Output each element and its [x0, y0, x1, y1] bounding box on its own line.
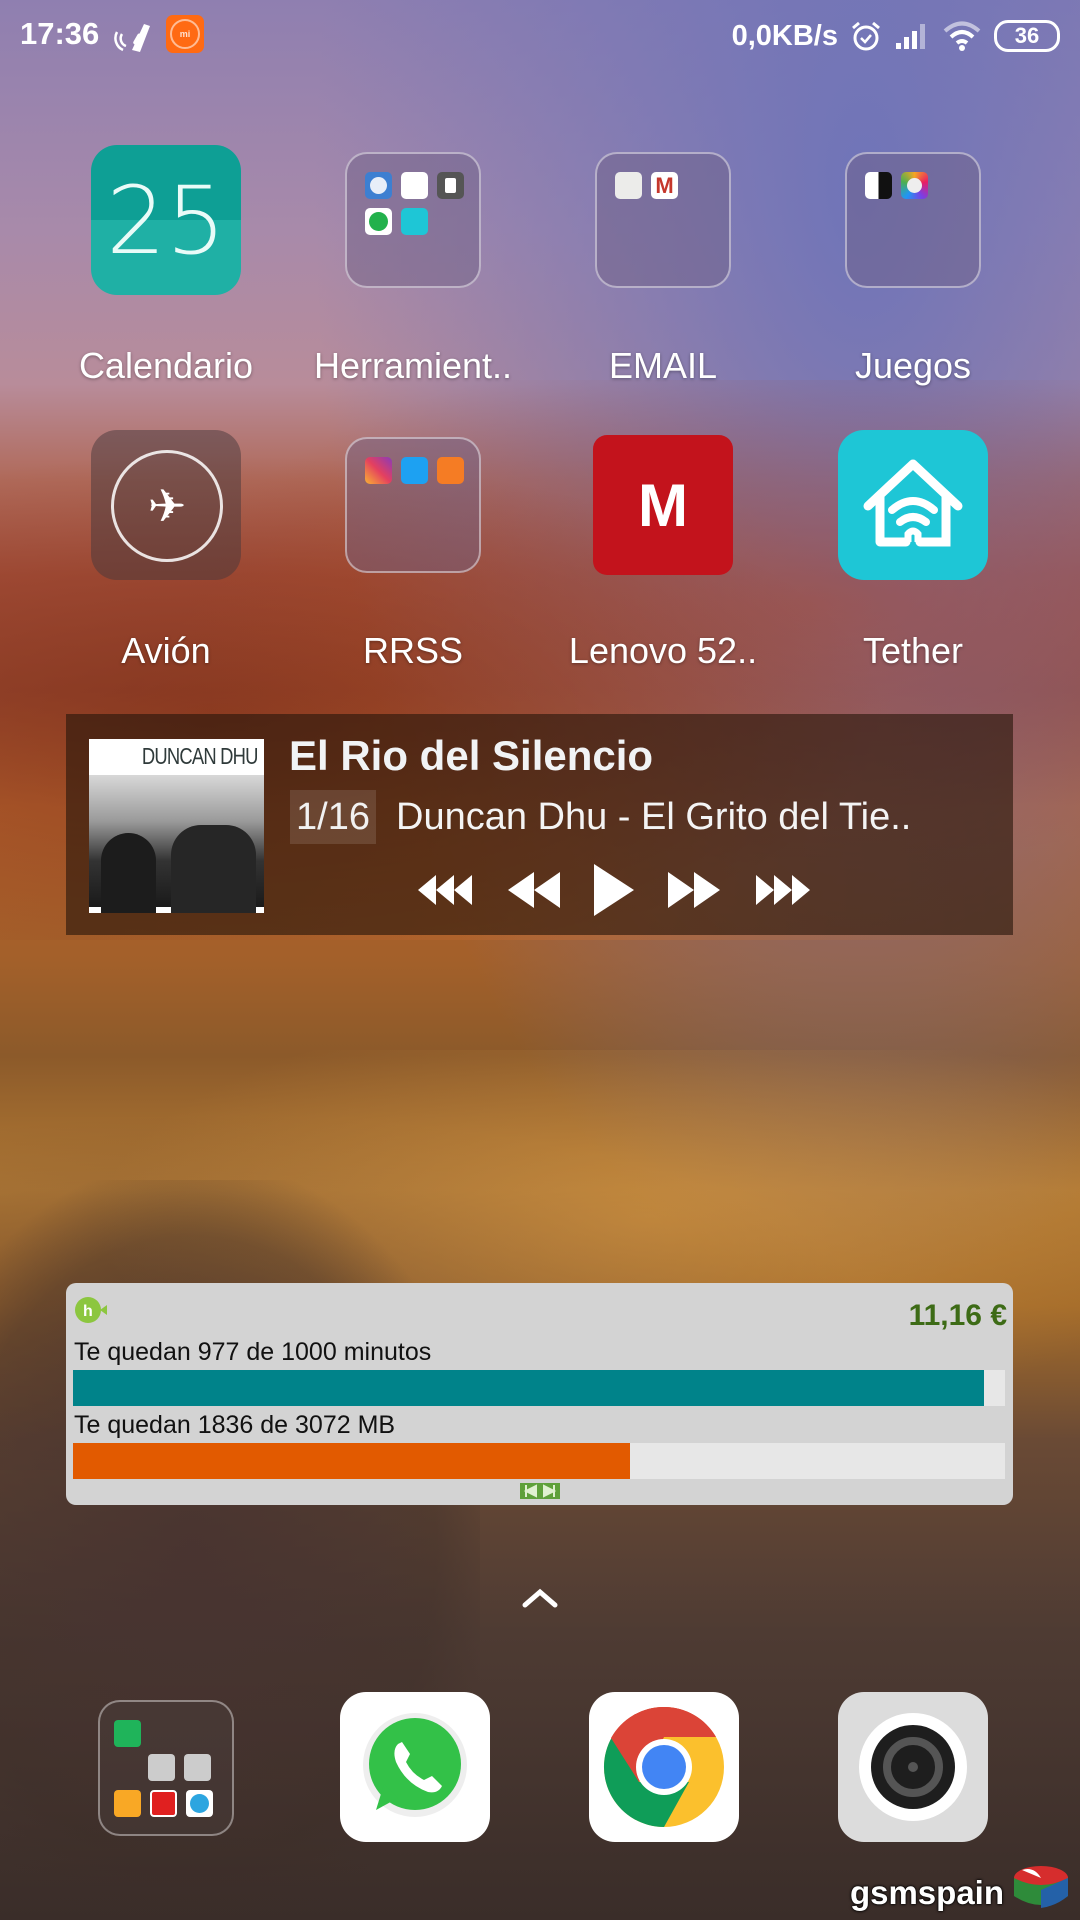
folder-rrss[interactable]: RRSS	[303, 430, 523, 672]
folder-icon	[345, 437, 481, 573]
app-lenovo[interactable]: M Lenovo 52..	[553, 430, 773, 672]
network-speed: 0,0KB/s	[731, 19, 838, 52]
status-bar: 17:36 mi 0,0KB/s 36	[0, 0, 1080, 75]
contact-shortcut-icon	[148, 1754, 175, 1781]
tether-icon	[401, 208, 428, 235]
folder-icon: M	[595, 152, 731, 288]
airplane-mode-icon: ✈	[111, 450, 223, 562]
phone-icon	[114, 1720, 141, 1747]
twitter-icon	[401, 457, 428, 484]
data-progress-fill	[73, 1443, 631, 1479]
battery-icon: 36	[994, 20, 1060, 52]
minutes-progress-fill	[73, 1370, 984, 1406]
calendar-icon: 25	[91, 145, 241, 295]
email-icon	[615, 172, 642, 199]
airpods-battery-icon	[401, 172, 428, 199]
watermark-text: gsmspain	[849, 1874, 1004, 1911]
minutes-remaining-text: Te quedan 977 de 1000 minutos	[74, 1338, 432, 1366]
lenovo-m-icon: M	[593, 435, 733, 575]
app-label: RRSS	[362, 630, 464, 671]
app-label: Herramient..	[313, 345, 513, 386]
wifi-icon	[943, 21, 981, 51]
data-remaining-text: Te quedan 1836 de 3072 MB	[74, 1411, 396, 1439]
album-cover-title: DUNCAN DHU	[142, 743, 258, 769]
clock: 17:36	[20, 16, 100, 51]
skip-back-icon[interactable]	[416, 873, 478, 907]
battery-level: 36	[1014, 23, 1040, 48]
chevron-up-icon[interactable]	[522, 1588, 558, 1608]
album-cover[interactable]: DUNCAN DHU	[89, 739, 264, 913]
rewind-icon[interactable]	[506, 870, 562, 910]
airplane-mode-tile: ✈	[91, 430, 241, 580]
track-position: 1/16	[290, 790, 376, 844]
minutes-progress-bar	[73, 1370, 1005, 1406]
data-progress-bar	[73, 1443, 1005, 1479]
telegram-icon	[186, 1790, 213, 1817]
alarm-icon	[852, 21, 880, 51]
song-title: El Rio del Silencio	[289, 732, 654, 779]
chrome-icon[interactable]	[589, 1692, 739, 1842]
mi-band-icon	[114, 24, 150, 52]
refresh-icon[interactable]	[520, 1483, 560, 1499]
mi-community-icon	[437, 457, 464, 484]
tether-house-icon	[838, 430, 988, 580]
folder-icon	[345, 152, 481, 288]
skip-forward-icon[interactable]	[750, 873, 812, 907]
gmail-icon: M	[651, 172, 678, 199]
instagram-icon	[365, 457, 392, 484]
app-tether[interactable]: Tether	[803, 430, 1023, 672]
dock-folder-phone[interactable]	[98, 1700, 234, 1836]
trivia-crack-icon	[901, 172, 928, 199]
mi-fit-icon: mi	[166, 15, 204, 53]
folder-juegos[interactable]: Juegos	[803, 145, 1023, 387]
folder-icon	[845, 152, 981, 288]
app-label: Tether	[862, 630, 964, 671]
fast-forward-icon[interactable]	[666, 870, 722, 910]
app-avion[interactable]: ✈ Avión	[56, 430, 276, 672]
gsmspain-logo-icon	[1014, 1866, 1068, 1908]
app-calendario[interactable]: 25 Calendario	[56, 145, 276, 387]
folder-email[interactable]: M EMAIL	[553, 145, 773, 387]
folder-herramientas[interactable]: Herramient..	[303, 145, 523, 387]
music-player-widget[interactable]: DUNCAN DHU El Rio del Silencio 1/16 Dunc…	[66, 714, 1013, 935]
contact-shortcut-icon	[184, 1754, 211, 1781]
artist-album: Duncan Dhu - El Grito del Tie..	[396, 796, 912, 838]
carrier-logo-icon: h	[75, 1297, 107, 1323]
balance-amount: 11,16 €	[908, 1299, 1007, 1332]
whatsapp-icon[interactable]	[340, 1692, 490, 1842]
piano-tiles-2-icon	[865, 172, 892, 199]
svg-text:h: h	[83, 1303, 93, 1320]
app-label: Juegos	[854, 345, 972, 386]
play-icon[interactable]	[590, 862, 638, 918]
app-label: Calendario	[78, 345, 254, 386]
gsmspain-watermark: gsmspain	[850, 1862, 1070, 1912]
camera-icon[interactable]	[838, 1692, 988, 1842]
cellular-signal-icon	[896, 24, 925, 49]
location-icon	[365, 172, 392, 199]
app-label: Lenovo 52..	[568, 630, 758, 671]
mobile-balance-widget[interactable]: h 11,16 € Te quedan 977 de 1000 minutos …	[66, 1283, 1013, 1505]
battery-charge-icon	[437, 172, 464, 199]
stopwatch-icon	[365, 208, 392, 235]
phone-red-icon	[150, 1790, 177, 1817]
app-label: EMAIL	[608, 345, 718, 386]
app-label: Avión	[121, 630, 211, 671]
messages-icon	[114, 1790, 141, 1817]
